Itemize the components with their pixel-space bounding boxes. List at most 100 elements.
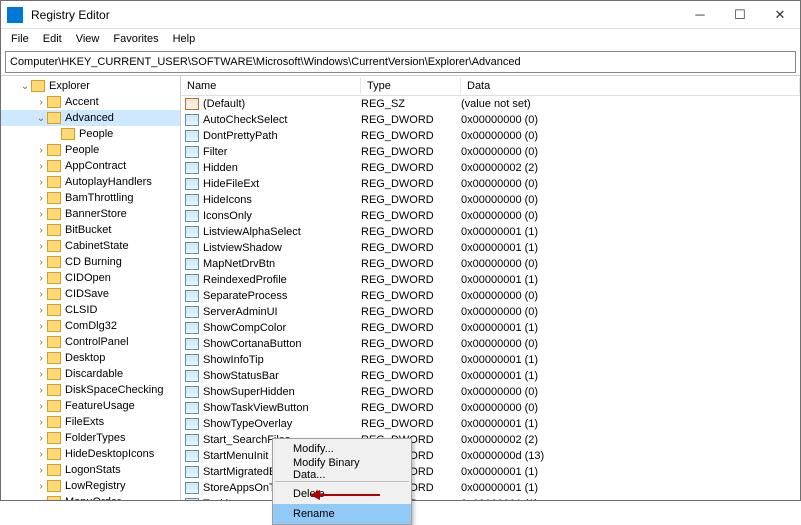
list-row[interactable]: (Default)REG_SZ(value not set) xyxy=(181,96,800,112)
value-name: ShowCortanaButton xyxy=(203,338,361,350)
expander-icon[interactable]: › xyxy=(35,97,47,108)
list-panel[interactable]: Name Type Data (Default)REG_SZ(value not… xyxy=(181,76,800,500)
tree-item-controlpanel[interactable]: ›ControlPanel xyxy=(1,334,180,350)
dword-value-icon xyxy=(185,402,199,414)
minimize-button[interactable]: ─ xyxy=(680,1,720,29)
tree-item-comdlg32[interactable]: ›ComDlg32 xyxy=(1,318,180,334)
close-button[interactable]: ✕ xyxy=(760,1,800,29)
expander-icon[interactable]: › xyxy=(35,225,47,236)
tree-item-cidopen[interactable]: ›CIDOpen xyxy=(1,270,180,286)
expander-icon[interactable]: ⌄ xyxy=(35,113,47,124)
list-row[interactable]: ShowInfoTipREG_DWORD0x00000001 (1) xyxy=(181,352,800,368)
menu-view[interactable]: View xyxy=(70,31,106,47)
list-row[interactable]: AutoCheckSelectREG_DWORD0x00000000 (0) xyxy=(181,112,800,128)
value-type: REG_DWORD xyxy=(361,370,461,382)
list-row[interactable]: HideIconsREG_DWORD0x00000000 (0) xyxy=(181,192,800,208)
tree-item-logonstats[interactable]: ›LogonStats xyxy=(1,462,180,478)
content-area: ⌄Explorer›Accent⌄AdvancedPeople›People›A… xyxy=(1,75,800,500)
expander-icon[interactable]: › xyxy=(35,449,47,460)
tree-item-lowregistry[interactable]: ›LowRegistry xyxy=(1,478,180,494)
list-row[interactable]: ListviewShadowREG_DWORD0x00000001 (1) xyxy=(181,240,800,256)
tree-item-desktop[interactable]: ›Desktop xyxy=(1,350,180,366)
maximize-button[interactable]: ☐ xyxy=(720,1,760,29)
expander-icon[interactable]: › xyxy=(35,385,47,396)
tree-item-people[interactable]: People xyxy=(1,126,180,142)
expander-icon[interactable]: › xyxy=(35,289,47,300)
tree-item-accent[interactable]: › Accent xyxy=(1,94,180,110)
column-name[interactable]: Name xyxy=(181,78,361,94)
tree-item-discardable[interactable]: ›Discardable xyxy=(1,366,180,382)
menu-file[interactable]: File xyxy=(5,31,35,47)
expander-icon[interactable]: › xyxy=(35,369,47,380)
list-row[interactable]: HideFileExtREG_DWORD0x00000000 (0) xyxy=(181,176,800,192)
list-row[interactable]: DontPrettyPathREG_DWORD0x00000000 (0) xyxy=(181,128,800,144)
expander-icon[interactable]: › xyxy=(35,497,47,501)
tree-item-menuorder[interactable]: ›MenuOrder xyxy=(1,494,180,500)
list-row[interactable]: ServerAdminUIREG_DWORD0x00000000 (0) xyxy=(181,304,800,320)
tree-item-hidedesktopicons[interactable]: ›HideDesktopIcons xyxy=(1,446,180,462)
column-type[interactable]: Type xyxy=(361,78,461,94)
expander-icon[interactable]: › xyxy=(35,273,47,284)
list-row[interactable]: ReindexedProfileREG_DWORD0x00000001 (1) xyxy=(181,272,800,288)
expander-icon[interactable]: › xyxy=(35,257,47,268)
ctx-rename[interactable]: Rename xyxy=(273,504,411,524)
tree-item-fileexts[interactable]: ›FileExts xyxy=(1,414,180,430)
expander-icon[interactable]: › xyxy=(35,401,47,412)
ctx-delete[interactable]: Delete xyxy=(273,484,411,504)
expander-icon[interactable]: › xyxy=(35,321,47,332)
tree-item-explorer[interactable]: ⌄Explorer xyxy=(1,78,180,94)
expander-icon[interactable]: › xyxy=(35,465,47,476)
expander-icon[interactable]: › xyxy=(35,305,47,316)
expander-icon[interactable]: › xyxy=(35,209,47,220)
list-row[interactable]: ShowStatusBarREG_DWORD0x00000001 (1) xyxy=(181,368,800,384)
expander-icon[interactable]: › xyxy=(35,481,47,492)
value-name: ShowTypeOverlay xyxy=(203,418,361,430)
tree-item-autoplayhandlers[interactable]: ›AutoplayHandlers xyxy=(1,174,180,190)
list-row[interactable]: ListviewAlphaSelectREG_DWORD0x00000001 (… xyxy=(181,224,800,240)
dword-value-icon xyxy=(185,354,199,366)
tree-item-cidsave[interactable]: ›CIDSave xyxy=(1,286,180,302)
tree-item-label: Accent xyxy=(65,96,99,108)
tree-item-foldertypes[interactable]: ›FolderTypes xyxy=(1,430,180,446)
menu-help[interactable]: Help xyxy=(167,31,202,47)
expander-icon[interactable]: › xyxy=(35,193,47,204)
list-row[interactable]: IconsOnlyREG_DWORD0x00000000 (0) xyxy=(181,208,800,224)
tree-item-bitbucket[interactable]: ›BitBucket xyxy=(1,222,180,238)
list-row[interactable]: ShowSuperHiddenREG_DWORD0x00000000 (0) xyxy=(181,384,800,400)
list-row[interactable]: ShowCortanaButtonREG_DWORD0x00000000 (0) xyxy=(181,336,800,352)
expander-icon[interactable]: › xyxy=(35,433,47,444)
expander-icon[interactable]: › xyxy=(35,353,47,364)
address-bar[interactable]: Computer\HKEY_CURRENT_USER\SOFTWARE\Micr… xyxy=(5,51,796,73)
list-row[interactable]: MapNetDrvBtnREG_DWORD0x00000000 (0) xyxy=(181,256,800,272)
list-row[interactable]: SeparateProcessREG_DWORD0x00000000 (0) xyxy=(181,288,800,304)
list-row[interactable]: HiddenREG_DWORD0x00000002 (2) xyxy=(181,160,800,176)
tree-item-cabinetstate[interactable]: ›CabinetState xyxy=(1,238,180,254)
expander-icon[interactable]: › xyxy=(35,145,47,156)
tree-item-bannerstore[interactable]: ›BannerStore xyxy=(1,206,180,222)
tree-item-people[interactable]: ›People xyxy=(1,142,180,158)
expander-icon[interactable]: › xyxy=(35,177,47,188)
tree-item-diskspacechecking[interactable]: ›DiskSpaceChecking xyxy=(1,382,180,398)
tree-panel[interactable]: ⌄Explorer›Accent⌄AdvancedPeople›People›A… xyxy=(1,76,181,500)
expander-icon[interactable]: › xyxy=(35,337,47,348)
tree-item-appcontract[interactable]: ›AppContract xyxy=(1,158,180,174)
expander-icon[interactable]: › xyxy=(35,161,47,172)
menu-edit[interactable]: Edit xyxy=(37,31,68,47)
tree-item-featureusage[interactable]: ›FeatureUsage xyxy=(1,398,180,414)
value-name: ServerAdminUI xyxy=(203,306,361,318)
list-row[interactable]: FilterREG_DWORD0x00000000 (0) xyxy=(181,144,800,160)
column-data[interactable]: Data xyxy=(461,78,800,94)
tree-item-bamthrottling[interactable]: ›BamThrottling xyxy=(1,190,180,206)
expander-icon[interactable]: › xyxy=(35,417,47,428)
ctx-modify[interactable]: Modify... xyxy=(273,439,411,459)
ctx-modify-binary[interactable]: Modify Binary Data... xyxy=(273,459,411,479)
list-row[interactable]: ShowCompColorREG_DWORD0x00000001 (1) xyxy=(181,320,800,336)
expander-icon[interactable]: ⌄ xyxy=(19,81,31,92)
list-row[interactable]: ShowTypeOverlayREG_DWORD0x00000001 (1) xyxy=(181,416,800,432)
expander-icon[interactable]: › xyxy=(35,241,47,252)
tree-item-clsid[interactable]: ›CLSID xyxy=(1,302,180,318)
menu-favorites[interactable]: Favorites xyxy=(107,31,164,47)
tree-item-advanced[interactable]: ⌄Advanced xyxy=(1,110,180,126)
tree-item-cd-burning[interactable]: ›CD Burning xyxy=(1,254,180,270)
list-row[interactable]: ShowTaskViewButtonREG_DWORD0x00000000 (0… xyxy=(181,400,800,416)
